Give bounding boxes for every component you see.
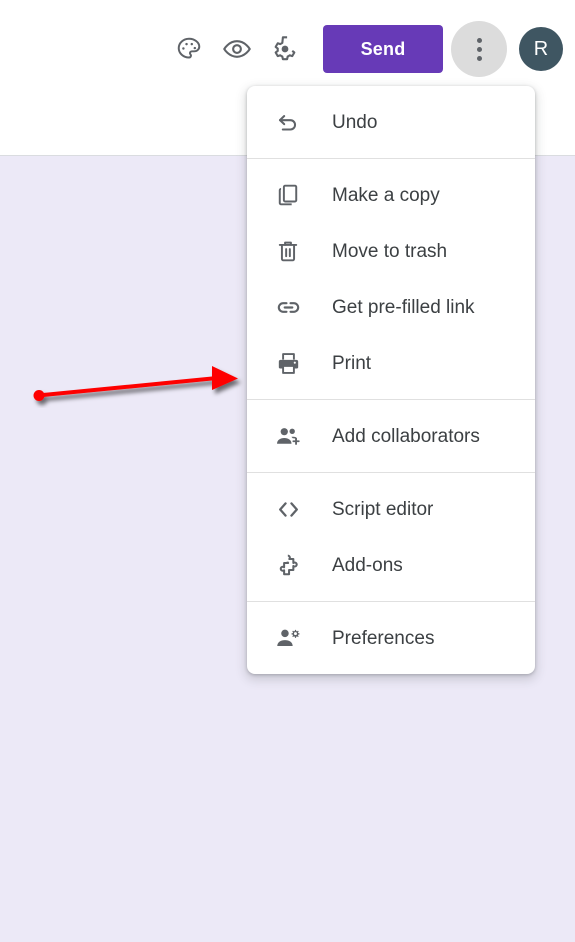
menu-item-label: Undo (332, 111, 378, 133)
menu-item-label: Add-ons (332, 554, 403, 576)
menu-item-label: Move to trash (332, 240, 448, 262)
gear-icon (271, 35, 299, 63)
palette-icon (175, 35, 203, 63)
add-person-icon (273, 421, 303, 451)
print-icon (273, 348, 303, 378)
menu-item-script-editor[interactable]: Script editor (247, 481, 535, 537)
menu-item-label: Print (332, 352, 372, 374)
menu-item-move-to-trash[interactable]: Move to trash (247, 223, 535, 279)
menu-item-label: Script editor (332, 498, 434, 520)
more-options-menu: Undo Make a copy Move to trash Get pre-f… (247, 86, 535, 674)
menu-item-add-ons[interactable]: Add-ons (247, 537, 535, 593)
menu-group-preferences: Preferences (247, 601, 535, 674)
menu-item-label: Add collaborators (332, 425, 480, 447)
code-brackets-icon (273, 494, 303, 524)
menu-group-developer: Script editor Add-ons (247, 472, 535, 601)
settings-gear-icon-button[interactable] (261, 25, 309, 73)
menu-item-label: Preferences (332, 627, 435, 649)
menu-item-add-collaborators[interactable]: Add collaborators (247, 408, 535, 464)
menu-item-label: Get pre-filled link (332, 296, 475, 318)
menu-item-undo[interactable]: Undo (247, 94, 535, 150)
header-toolbar: Send R (165, 21, 563, 77)
copy-icon (273, 180, 303, 210)
red-pointer-arrow (26, 352, 250, 408)
menu-item-print[interactable]: Print (247, 335, 535, 391)
menu-item-make-a-copy[interactable]: Make a copy (247, 167, 535, 223)
more-options-button[interactable] (451, 21, 507, 77)
eye-icon (222, 34, 252, 64)
trash-icon (273, 236, 303, 266)
menu-item-get-pre-filled-link[interactable]: Get pre-filled link (247, 279, 535, 335)
more-vert-icon (476, 37, 482, 61)
link-icon (273, 292, 303, 322)
avatar[interactable]: R (519, 27, 563, 71)
palette-icon-button[interactable] (165, 25, 213, 73)
menu-group-file-actions: Make a copy Move to trash Get pre-filled… (247, 158, 535, 399)
menu-group-sharing: Add collaborators (247, 399, 535, 472)
person-gear-icon (273, 623, 303, 653)
send-button[interactable]: Send (323, 25, 443, 73)
menu-item-label: Make a copy (332, 184, 440, 206)
preview-eye-icon-button[interactable] (213, 25, 261, 73)
undo-icon (273, 107, 303, 137)
puzzle-piece-icon (273, 550, 303, 580)
menu-group-history: Undo (247, 86, 535, 158)
menu-item-preferences[interactable]: Preferences (247, 610, 535, 666)
